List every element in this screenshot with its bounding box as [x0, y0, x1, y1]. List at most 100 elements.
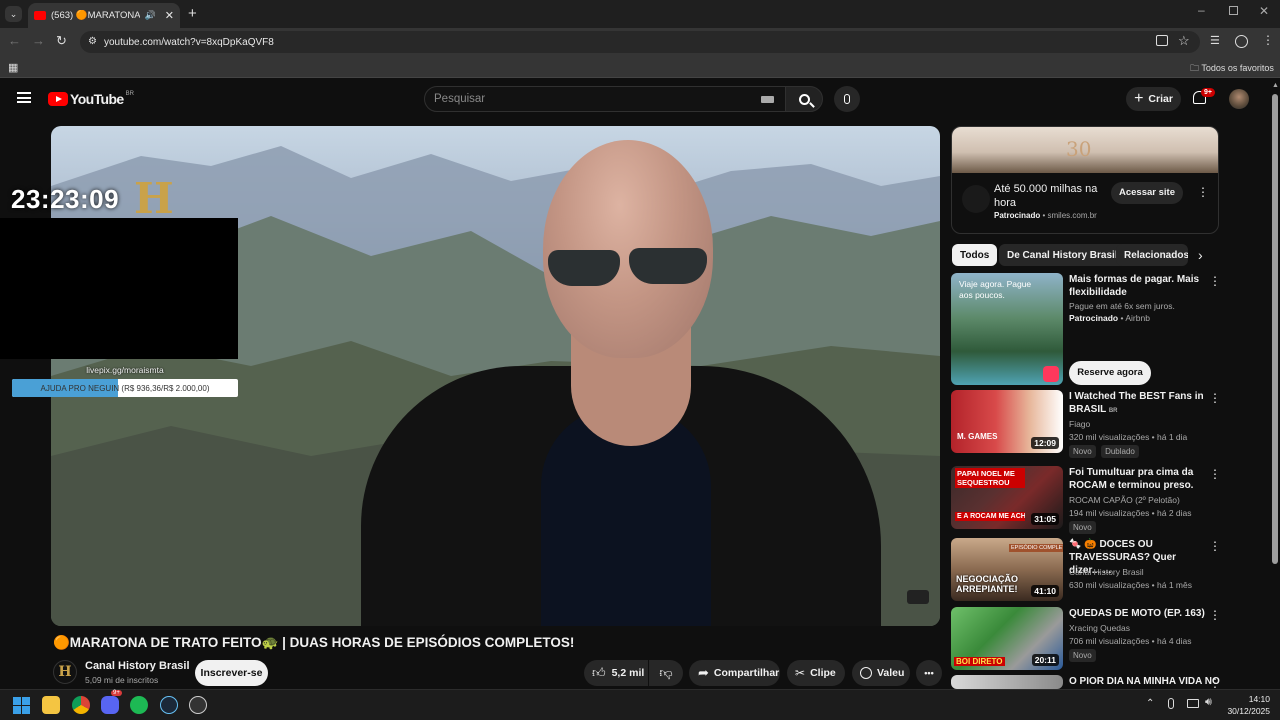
chip-related[interactable]: Relacionados — [1116, 244, 1188, 266]
thumbnail[interactable]: BOI DIRETO 20:11 — [951, 607, 1063, 670]
sidebar-ad-airbnb[interactable]: Viaje agora. Pague aos poucos. Mais form… — [951, 273, 1223, 385]
avatar[interactable] — [1229, 89, 1249, 109]
chips-next-chevron-icon[interactable]: › — [1198, 247, 1203, 263]
app-icon[interactable] — [189, 696, 207, 714]
reload-button[interactable]: ↻ — [56, 33, 67, 49]
channel-avatar[interactable]: H — [53, 660, 77, 684]
apps-grid-icon[interactable]: ▦ — [8, 61, 18, 74]
item-menu-icon[interactable]: ⋮ — [1209, 540, 1221, 552]
bookmarks-bar: ▦ 🗀 Todos os favoritos — [0, 56, 1280, 78]
thumbnail[interactable]: EPISÓDIO COMPLETO NEGOCIAÇÃO ARREPIANTE!… — [951, 538, 1063, 601]
scrollbar-thumb[interactable] — [1272, 94, 1278, 564]
sidebar-video-item[interactable]: BOI DIRETO 20:11 QUEDAS DE MOTO (EP. 163… — [951, 607, 1223, 671]
search-icon — [798, 93, 815, 108]
thanks-button[interactable]: Valeu — [852, 660, 910, 686]
item-channel[interactable]: ROCAM CAPÃO (2º Pelotão) — [1069, 495, 1180, 505]
more-actions-button[interactable]: ••• — [916, 660, 942, 686]
share-button[interactable]: ➦ Compartilhar — [689, 660, 780, 686]
item-channel[interactable]: Xracing Quedas — [1069, 623, 1130, 633]
windows-start-icon[interactable] — [13, 697, 30, 714]
discord-badge: 9+ — [111, 690, 122, 696]
youtube-logo[interactable]: YouTube BR — [48, 91, 134, 107]
item-channel[interactable]: Canal History Brasil — [1069, 567, 1144, 577]
bookmark-star-icon[interactable]: ☆ — [1178, 33, 1190, 49]
search-input[interactable]: Pesquisar — [424, 86, 786, 112]
tab-search-button[interactable]: ⌄ — [5, 6, 22, 22]
minimize-button[interactable]: – — [1198, 3, 1205, 17]
item-menu-icon[interactable]: ⋮ — [1209, 468, 1221, 480]
item-title[interactable]: Mais formas de pagar. Mais flexibilidade — [1069, 273, 1205, 299]
item-title[interactable]: QUEDAS DE MOTO (EP. 163) — [1069, 607, 1205, 620]
ad-cta-button[interactable]: Acessar site — [1111, 182, 1183, 204]
tab-close-icon[interactable]: ✕ — [165, 9, 174, 22]
share-label: Compartilhar — [713, 667, 780, 679]
create-button[interactable]: + Criar — [1126, 87, 1181, 111]
sidebar-video-item[interactable]: EPISÓDIO COMPLETO NEGOCIAÇÃO ARREPIANTE!… — [951, 538, 1223, 602]
item-menu-icon[interactable]: ⋮ — [1209, 275, 1221, 287]
volume-tray-icon[interactable]: 🔊︎ — [1205, 696, 1212, 709]
chip-all[interactable]: Todos — [952, 244, 998, 266]
hamburger-menu-icon[interactable] — [17, 92, 31, 103]
thumbnail[interactable]: M. GAMES 12:09 — [951, 390, 1063, 453]
spotify-icon[interactable] — [130, 696, 148, 714]
item-menu-icon[interactable]: ⋮ — [1209, 392, 1221, 404]
item-title[interactable]: I Watched The BEST Fans in BRASIL BR — [1069, 390, 1205, 418]
clock-date[interactable]: 30/12/2025 — [1222, 706, 1270, 716]
new-tab-button[interactable]: + — [188, 5, 197, 22]
steam-icon[interactable] — [160, 696, 178, 714]
profile-icon[interactable] — [1235, 35, 1248, 48]
item-menu-icon[interactable]: ⋮ — [1209, 677, 1221, 689]
sponsored-ad-card[interactable]: 30 Até 50.000 milhas na hora Patrocinado… — [951, 126, 1219, 234]
smiles-30-logo: 30 — [1066, 137, 1092, 161]
tray-chevron-icon[interactable]: ⌃ — [1146, 698, 1154, 709]
close-window-button[interactable]: ✕ — [1259, 4, 1269, 18]
video-player[interactable] — [51, 126, 940, 626]
back-button[interactable]: ← — [8, 33, 21, 48]
item-title[interactable]: O PIOR DIA NA MINHA VIDA NO — [1069, 675, 1220, 688]
search-placeholder: Pesquisar — [434, 93, 486, 105]
display-tray-icon[interactable] — [1187, 699, 1199, 708]
media-controls-icon[interactable]: ☰ — [1210, 34, 1220, 47]
all-bookmarks-folder[interactable]: 🗀 Todos os favoritos — [1190, 61, 1274, 77]
ad-menu-icon[interactable]: ⋮ — [1197, 185, 1209, 199]
clip-button[interactable]: ✂ Clipe — [787, 660, 845, 686]
restore-button[interactable] — [1229, 6, 1238, 15]
voice-search-button[interactable] — [834, 86, 860, 112]
browser-menu-icon[interactable]: ⋮ — [1262, 33, 1274, 47]
chip-from-channel[interactable]: De Canal History Brasil — [999, 244, 1126, 266]
channel-name[interactable]: Canal History Brasil — [85, 660, 190, 672]
sunglasses-right-lens — [629, 248, 707, 284]
address-bar[interactable]: ⚙ youtube.com/watch?v=8xqDpKaQVF8 ☆ — [80, 31, 1200, 53]
thumbnail-tag: EPISÓDIO COMPLETO — [1009, 544, 1063, 552]
file-explorer-icon[interactable] — [42, 696, 60, 714]
discord-icon[interactable]: 9+ — [101, 690, 122, 714]
sidebar-video-item[interactable]: O PIOR DIA NA MINHA VIDA NO ⋮ — [951, 675, 1223, 689]
thumbnail[interactable] — [951, 675, 1063, 689]
item-title[interactable]: Foi Tumultuar pra cima da ROCAM e termin… — [1069, 466, 1205, 492]
tab-title: (563) 🟠MARATONA DE TR — [51, 10, 140, 21]
thumbnail[interactable]: Viaje agora. Pague aos poucos. — [951, 273, 1063, 385]
notifications-button[interactable]: 9+ — [1193, 88, 1215, 109]
sidebar-video-item[interactable]: M. GAMES 12:09 I Watched The BEST Fans i… — [951, 390, 1223, 458]
clock-time[interactable]: 14:10 — [1230, 694, 1270, 704]
reserve-button[interactable]: Reserve agora — [1069, 361, 1151, 385]
microphone-tray-icon[interactable] — [1168, 698, 1174, 709]
sidebar-video-item[interactable]: PAPAI NOEL ME SEQUESTROU E A ROCAM ME AC… — [951, 466, 1223, 534]
browser-tab-active[interactable]: (563) 🟠MARATONA DE TR 🔊 ✕ — [28, 3, 180, 28]
search-button[interactable] — [785, 86, 823, 112]
item-menu-icon[interactable]: ⋮ — [1209, 609, 1221, 621]
overlay-clock: 23:23:09 — [11, 184, 120, 214]
item-channel[interactable]: Fiago — [1069, 419, 1090, 429]
forward-button[interactable]: → — [32, 33, 45, 48]
dislike-button[interactable]: 👎︎ — [649, 660, 683, 686]
keyboard-icon[interactable] — [761, 96, 774, 103]
install-app-icon[interactable] — [1156, 35, 1168, 46]
scroll-up-arrow-icon[interactable]: ▲ — [1272, 82, 1279, 89]
site-info-icon[interactable]: ⚙ — [88, 36, 97, 47]
page-scrollbar[interactable]: ▲ — [1270, 80, 1280, 689]
like-button[interactable]: 👍︎ 5,2 mil — [584, 660, 648, 686]
thumbnail[interactable]: PAPAI NOEL ME SEQUESTROU E A ROCAM ME AC… — [951, 466, 1063, 529]
chrome-icon[interactable] — [72, 696, 90, 714]
speaker-icon[interactable]: 🔊 — [145, 10, 156, 21]
subscribe-button[interactable]: Inscrever-se — [195, 660, 268, 686]
